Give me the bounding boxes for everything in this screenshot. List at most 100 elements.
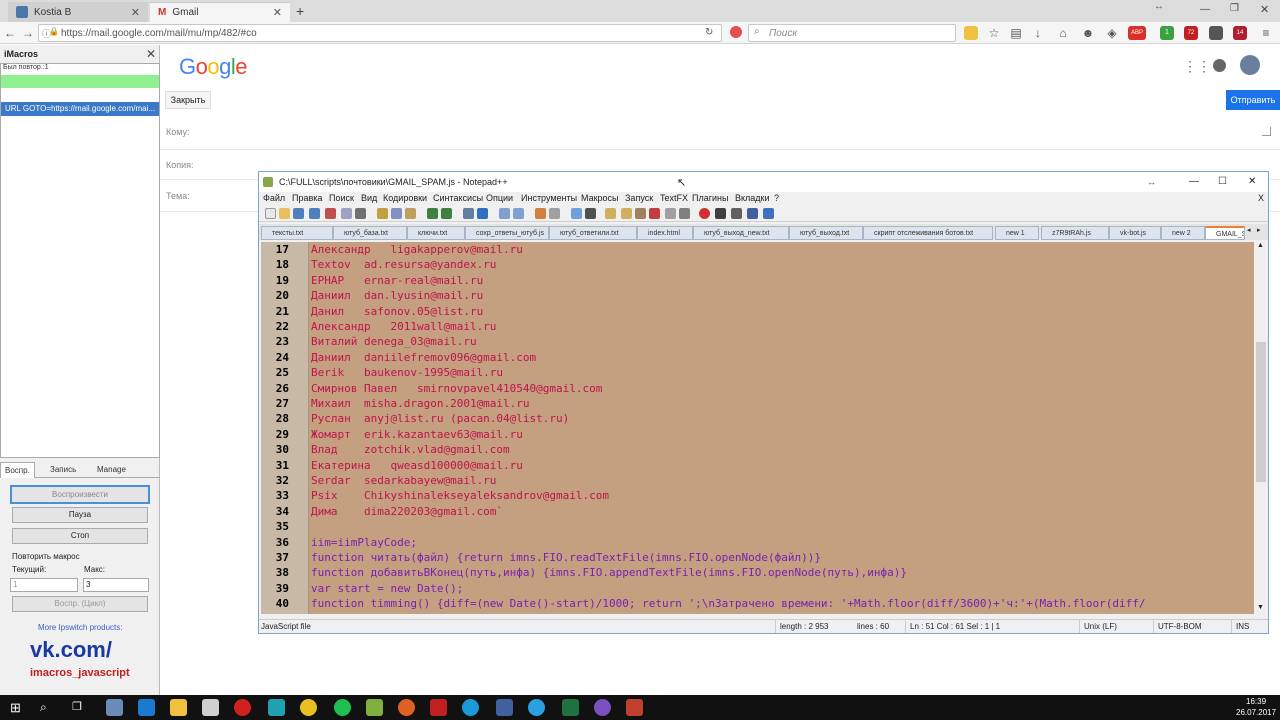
- minimize-icon[interactable]: —: [1200, 4, 1210, 15]
- url-input[interactable]: ⓘ 🔒 https://mail.google.com/mail/mu/mp/4…: [38, 24, 722, 42]
- explorer-icon[interactable]: [170, 699, 187, 716]
- close-all-icon[interactable]: [341, 208, 352, 219]
- file-tab[interactable]: new 1: [995, 226, 1039, 240]
- close-icon[interactable]: ✕: [131, 6, 140, 19]
- cut-icon[interactable]: [377, 208, 388, 219]
- macro-record-icon[interactable]: [699, 208, 710, 219]
- menu-item[interactable]: Макросы: [581, 193, 619, 203]
- sync-icon[interactable]: [549, 208, 560, 219]
- menu-item[interactable]: Инструменты: [521, 193, 577, 203]
- maximize-icon[interactable]: ☐: [1218, 172, 1227, 192]
- function-list-icon[interactable]: [635, 208, 646, 219]
- menu-close-button[interactable]: X: [1258, 193, 1264, 203]
- store-icon[interactable]: [202, 699, 219, 716]
- loop-button[interactable]: Воспр. (Цикл): [12, 596, 148, 612]
- close-file-icon[interactable]: [325, 208, 336, 219]
- extension-badge-icon[interactable]: 1: [1160, 26, 1174, 40]
- stop-button[interactable]: Стоп: [12, 528, 148, 544]
- home-icon[interactable]: ⌂: [1055, 25, 1071, 41]
- edge-icon[interactable]: [138, 699, 155, 716]
- paste-icon[interactable]: [405, 208, 416, 219]
- file-tab[interactable]: тексты.txt: [261, 226, 333, 240]
- save-all-icon[interactable]: [309, 208, 320, 219]
- reload-icon[interactable]: ↻: [705, 27, 713, 38]
- opera-icon[interactable]: [234, 699, 251, 716]
- search-icon[interactable]: ⌕: [40, 700, 47, 715]
- start-icon[interactable]: ⊞: [10, 700, 21, 716]
- file-tab[interactable]: ютуб_выход.txt: [789, 226, 863, 240]
- tab-scroll-left-icon[interactable]: ◂: [1247, 226, 1251, 234]
- search-input[interactable]: ⌕ Поиск: [748, 24, 956, 42]
- file-tab[interactable]: new 2: [1161, 226, 1205, 240]
- find-icon[interactable]: [463, 208, 474, 219]
- play-button[interactable]: Воспроизвести: [10, 485, 150, 504]
- adblock-icon[interactable]: ABP: [1128, 26, 1146, 40]
- firefox-icon[interactable]: [398, 699, 415, 716]
- menu-item[interactable]: ?: [774, 193, 779, 203]
- code-editor[interactable]: 17 18 19 20 21 22 23 24 25 26 27 28 29 30 31 32 33 34 35 36…: [261, 242, 1254, 614]
- window-title-bar[interactable]: C:\FULL\scripts\почтовики\GMAIL_SPAM.js …: [259, 172, 1268, 192]
- folder-icon[interactable]: [649, 208, 660, 219]
- redo-icon[interactable]: [441, 208, 452, 219]
- tab-record[interactable]: Запись: [46, 462, 80, 478]
- macro-run-multiple-icon[interactable]: [747, 208, 758, 219]
- menu-item[interactable]: Поиск: [329, 193, 354, 203]
- viber-icon[interactable]: [594, 699, 611, 716]
- menu-item[interactable]: Запуск: [625, 193, 653, 203]
- vertical-scrollbar[interactable]: ▲ ▼: [1254, 242, 1268, 614]
- print-icon[interactable]: [355, 208, 366, 219]
- doc-map-icon[interactable]: [621, 208, 632, 219]
- record-icon[interactable]: [730, 26, 742, 38]
- open-file-icon[interactable]: [279, 208, 290, 219]
- filezilla-icon[interactable]: [430, 699, 447, 716]
- file-tab-active[interactable]: GMAIL_SPAM.js: [1205, 226, 1245, 240]
- maximize-icon[interactable]: ❐: [1230, 3, 1239, 14]
- counter-badge-icon[interactable]: 72: [1184, 26, 1198, 40]
- forward-icon[interactable]: →: [20, 25, 36, 41]
- current-input[interactable]: 1: [10, 578, 78, 592]
- whatsapp-icon[interactable]: [334, 699, 351, 716]
- apps-grid-icon[interactable]: ⋮⋮: [1183, 58, 1211, 75]
- back-icon[interactable]: ←: [2, 25, 18, 41]
- counter-badge-icon[interactable]: 14: [1233, 26, 1247, 40]
- eye-icon[interactable]: [679, 208, 690, 219]
- file-tab[interactable]: ютуб_база.txt: [333, 226, 407, 240]
- to-field[interactable]: Кому:: [160, 120, 1280, 150]
- macro-save-icon[interactable]: [763, 208, 774, 219]
- task-view-icon[interactable]: ❐: [72, 700, 82, 713]
- clipboard-icon[interactable]: ▤: [1008, 25, 1024, 41]
- copy-icon[interactable]: [391, 208, 402, 219]
- browser-tab-gmail[interactable]: M Gmail ✕: [150, 2, 290, 22]
- macro-play-icon[interactable]: [731, 208, 742, 219]
- menu-item[interactable]: Правка: [292, 193, 322, 203]
- extension-icon[interactable]: [1209, 26, 1223, 40]
- download-icon[interactable]: ↓: [1030, 25, 1046, 41]
- undo-icon[interactable]: [427, 208, 438, 219]
- macro-stop-icon[interactable]: [715, 208, 726, 219]
- close-icon[interactable]: ✕: [146, 47, 156, 61]
- tab-play[interactable]: Воспр.: [0, 462, 35, 478]
- app-icon[interactable]: [626, 699, 643, 716]
- close-icon[interactable]: ✕: [1260, 3, 1269, 16]
- extension-icon[interactable]: [964, 26, 978, 40]
- close-icon[interactable]: ✕: [273, 6, 282, 19]
- menu-item[interactable]: Файл: [263, 193, 285, 203]
- file-tab[interactable]: сохр_ответы_ютуб.js: [465, 226, 549, 240]
- expand-icon[interactable]: [1262, 127, 1271, 136]
- excel-icon[interactable]: [562, 699, 579, 716]
- menu-item[interactable]: TextFX: [660, 193, 688, 203]
- file-tab[interactable]: ютуб_ответили.txt: [549, 226, 637, 240]
- file-tab[interactable]: z7R9tRAh.js: [1041, 226, 1109, 240]
- send-button[interactable]: Отправить: [1226, 90, 1280, 110]
- file-tab[interactable]: ключи.txt: [407, 226, 465, 240]
- avatar[interactable]: [1240, 55, 1260, 75]
- telegram-icon[interactable]: [528, 699, 545, 716]
- indent-guide-icon[interactable]: [605, 208, 616, 219]
- macro-line[interactable]: URL GOTO=https://mail.google.com/mai...: [1, 102, 159, 116]
- menu-item[interactable]: Кодировки: [383, 193, 427, 203]
- tab-scroll-right-icon[interactable]: ▸: [1257, 226, 1261, 234]
- menu-item[interactable]: Синтаксисы: [433, 193, 483, 203]
- minimize-icon[interactable]: —: [1189, 172, 1199, 192]
- menu-item[interactable]: Вкладки: [735, 193, 770, 203]
- star-icon[interactable]: ☆: [986, 25, 1002, 41]
